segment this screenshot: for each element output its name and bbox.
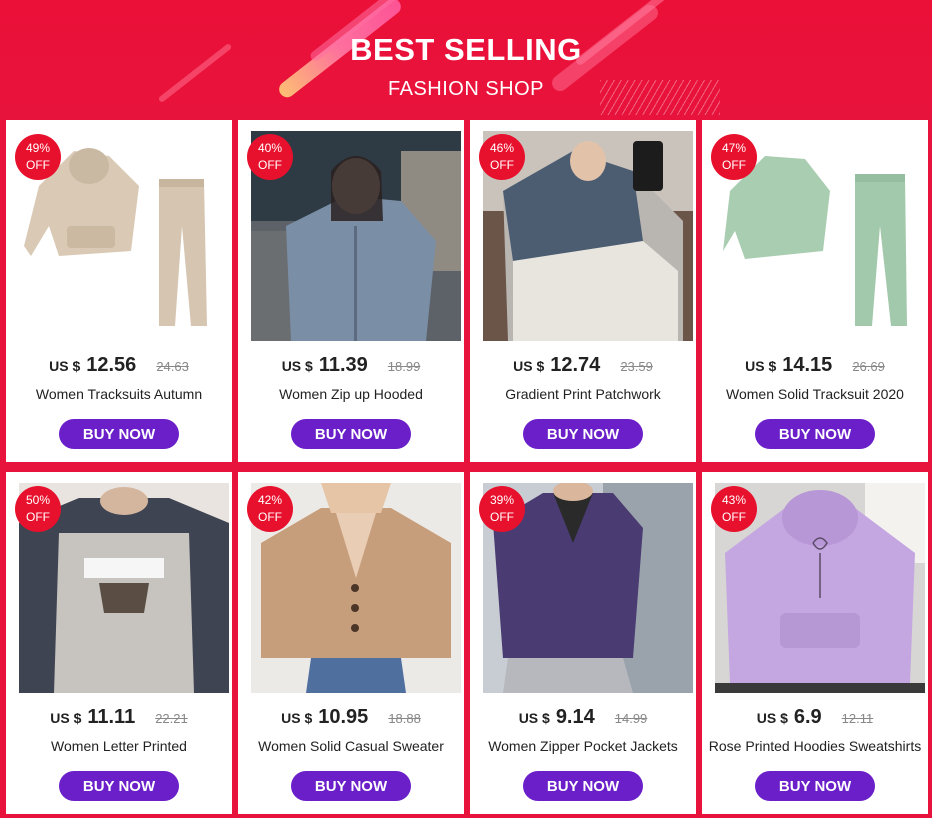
discount-off: OFF: [258, 510, 282, 524]
currency-label: US $: [513, 358, 545, 374]
product-card[interactable]: 49% OFF US $ 12.56 24.63 Women Tracksuit…: [6, 120, 232, 462]
buy-now-button[interactable]: BUY NOW: [523, 771, 643, 801]
currency-label: US $: [281, 710, 313, 726]
sale-price: 11.11: [87, 706, 136, 728]
price-row: US $ 11.11 22.21: [6, 706, 232, 729]
original-price: 14.99: [614, 711, 648, 726]
banner-subtitle: FASHION SHOP: [387, 78, 545, 100]
buy-now-button[interactable]: BUY NOW: [291, 771, 411, 801]
discount-percent: 46%: [489, 141, 515, 155]
discount-off: OFF: [490, 510, 514, 524]
discount-off: OFF: [722, 510, 746, 524]
product-name[interactable]: Women Zipper Pocket Jackets: [470, 738, 696, 754]
product-card[interactable]: 43% OFF US $ 6.9 12.11 Rose Printed Hood…: [702, 472, 928, 814]
sale-price: 11.39: [318, 354, 368, 376]
discount-badge: 47% OFF: [711, 134, 757, 180]
sale-price: 9.14: [555, 706, 595, 728]
product-card[interactable]: 42% OFF US $ 10.95 18.88 Women Solid Cas…: [238, 472, 464, 814]
product-name[interactable]: Women Zip up Hooded: [238, 386, 464, 402]
currency-label: US $: [49, 358, 81, 374]
discount-badge: 49% OFF: [15, 134, 61, 180]
product-card[interactable]: 39% OFF US $ 9.14 14.99 Women Zipper Poc…: [470, 472, 696, 814]
product-name[interactable]: Gradient Print Patchwork: [470, 386, 696, 402]
price-row: US $ 6.9 12.11: [702, 706, 928, 729]
discount-percent: 42%: [257, 493, 283, 507]
currency-label: US $: [756, 710, 788, 726]
discount-off: OFF: [26, 158, 50, 172]
discount-badge: 40% OFF: [247, 134, 293, 180]
original-price: 24.63: [156, 359, 189, 374]
discount-percent: 50%: [25, 493, 51, 507]
sale-price: 14.15: [782, 354, 833, 376]
sale-price: 12.56: [86, 354, 137, 376]
original-price: 26.69: [852, 359, 885, 374]
product-card[interactable]: 40% OFF US $ 11.39 18.99 Women Zip up Ho…: [238, 120, 464, 462]
price-row: US $ 9.14 14.99: [470, 706, 696, 729]
discount-off: OFF: [26, 510, 50, 524]
discount-off: OFF: [722, 158, 746, 172]
sale-price: 6.9: [793, 706, 822, 728]
buy-now-button[interactable]: BUY NOW: [59, 419, 179, 449]
discount-percent: 43%: [721, 493, 747, 507]
discount-badge: 39% OFF: [479, 486, 525, 532]
discount-percent: 47%: [721, 141, 747, 155]
discount-off: OFF: [490, 158, 514, 172]
discount-badge: 42% OFF: [247, 486, 293, 532]
currency-label: US $: [281, 358, 313, 374]
product-name[interactable]: Women Solid Tracksuit 2020: [702, 386, 928, 402]
price-row: US $ 12.74 23.59: [470, 354, 696, 377]
product-name[interactable]: Women Tracksuits Autumn: [6, 386, 232, 402]
original-price: 18.88: [388, 711, 421, 726]
banner: BEST SELLING FASHION SHOP: [0, 0, 932, 120]
discount-percent: 39%: [489, 493, 515, 507]
discount-badge: 43% OFF: [711, 486, 757, 532]
sale-price: 12.74: [550, 354, 601, 376]
buy-now-button[interactable]: BUY NOW: [59, 771, 179, 801]
product-name[interactable]: Women Solid Casual Sweater: [238, 738, 464, 754]
banner-title: BEST SELLING: [350, 32, 582, 67]
currency-label: US $: [518, 710, 550, 726]
discount-percent: 49%: [25, 141, 51, 155]
buy-now-button[interactable]: BUY NOW: [291, 419, 411, 449]
product-card[interactable]: 46% OFF US $ 12.74 23.59 Gradient Print …: [470, 120, 696, 462]
discount-badge: 50% OFF: [15, 486, 61, 532]
product-name[interactable]: Rose Printed Hoodies Sweatshirts: [702, 738, 928, 754]
buy-now-button[interactable]: BUY NOW: [755, 419, 875, 449]
price-row: US $ 14.15 26.69: [702, 354, 928, 377]
buy-now-button[interactable]: BUY NOW: [755, 771, 875, 801]
buy-now-button[interactable]: BUY NOW: [523, 419, 643, 449]
product-grid: 49% OFF US $ 12.56 24.63 Women Tracksuit…: [6, 120, 928, 814]
original-price: 22.21: [155, 711, 188, 726]
price-row: US $ 10.95 18.88: [238, 706, 464, 729]
discount-percent: 40%: [257, 141, 283, 155]
currency-label: US $: [50, 710, 82, 726]
discount-off: OFF: [258, 158, 282, 172]
currency-label: US $: [745, 358, 777, 374]
price-row: US $ 12.56 24.63: [6, 354, 232, 377]
product-name[interactable]: Women Letter Printed: [6, 738, 232, 754]
product-card[interactable]: 47% OFF US $ 14.15 26.69 Women Solid Tra…: [702, 120, 928, 462]
discount-badge: 46% OFF: [479, 134, 525, 180]
price-row: US $ 11.39 18.99: [238, 354, 464, 377]
sale-price: 10.95: [318, 706, 369, 728]
product-card[interactable]: 50% OFF US $ 11.11 22.21 Women Letter Pr…: [6, 472, 232, 814]
original-price: 18.99: [387, 359, 421, 374]
original-price: 12.11: [841, 711, 874, 726]
original-price: 23.59: [620, 359, 653, 374]
